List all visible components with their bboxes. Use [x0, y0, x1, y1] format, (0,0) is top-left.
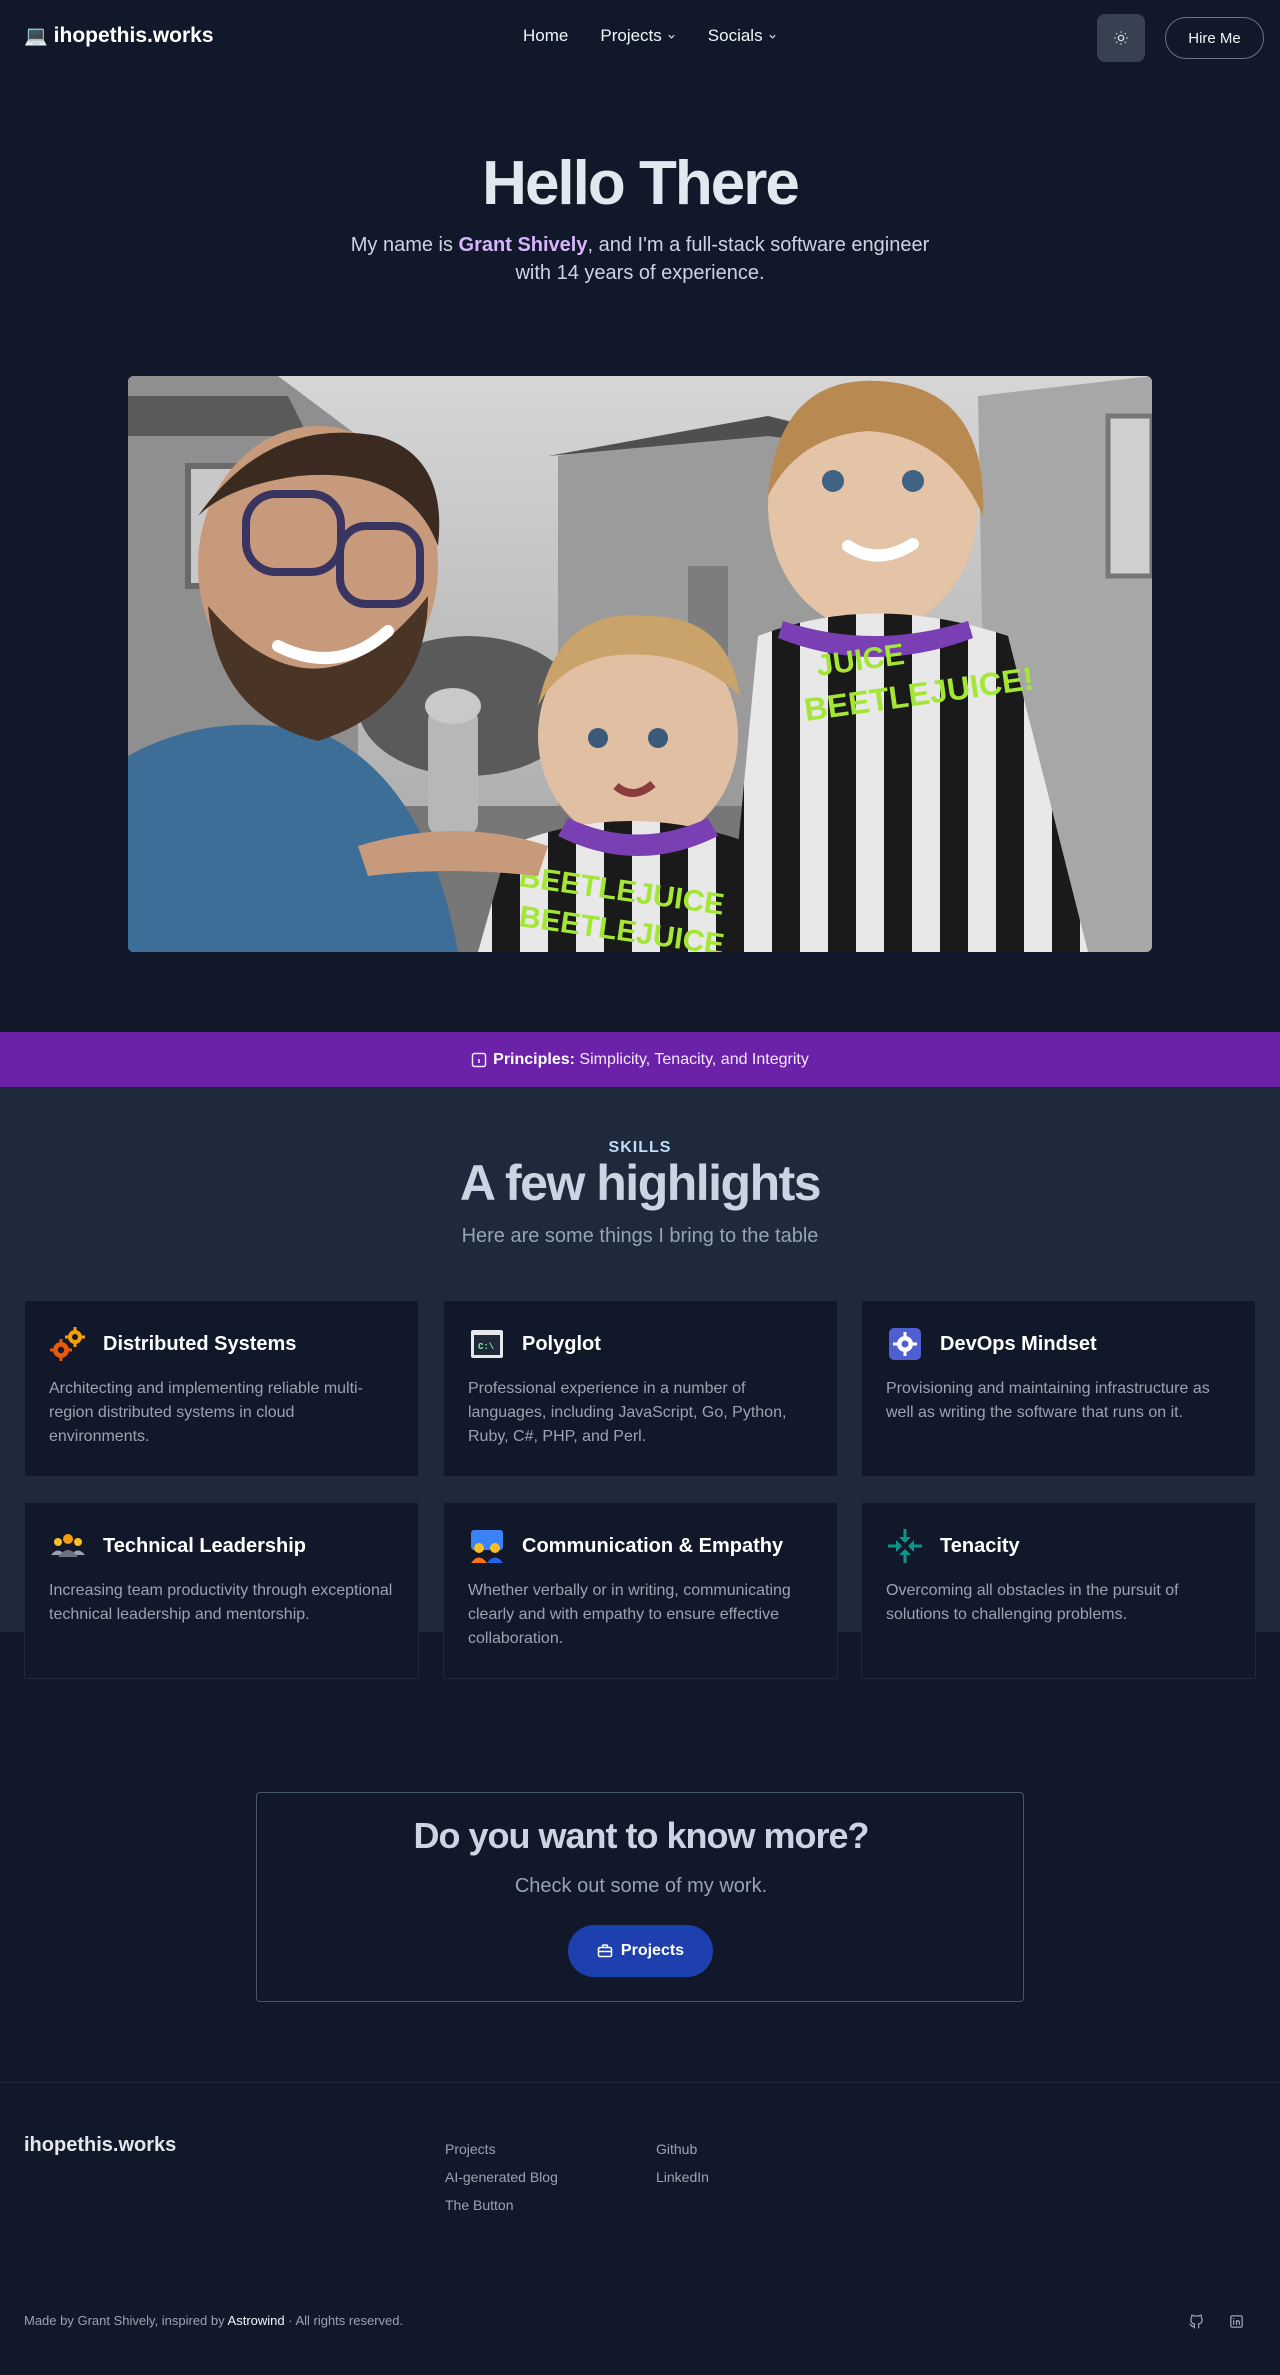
hire-me-button[interactable]: Hire Me — [1165, 17, 1264, 59]
skill-title: Technical Leadership — [103, 1534, 307, 1557]
skill-card-tenacity: Tenacity Overcoming all obstacles in the… — [861, 1502, 1256, 1679]
footer-copyright: Made by Grant Shively, inspired by Astro… — [24, 2313, 403, 2328]
hero-title: Hello There — [482, 149, 800, 218]
footer-github-link[interactable] — [1186, 2311, 1206, 2331]
brand-name: ihopethis.works — [53, 24, 214, 47]
skill-description: Provisioning and maintaining infrastruct… — [886, 1380, 1210, 1421]
skill-description: Increasing team productivity through exc… — [49, 1582, 393, 1623]
skill-title: DevOps Mindset — [940, 1332, 1097, 1355]
cta-title: Do you want to know more? — [413, 1815, 869, 1856]
footer-divider — [0, 2082, 1280, 2083]
team-icon — [51, 1534, 85, 1557]
family-photo-illustration: BEETLEJUICE BEETLEJUICE JUICE BEETLEJUIC… — [128, 376, 1152, 952]
footer-link-projects[interactable]: Projects — [445, 2139, 558, 2159]
github-icon — [1188, 2314, 1203, 2329]
rights-text: · All rights reserved. — [284, 2313, 404, 2328]
principles-label: Principles: — [493, 1050, 575, 1068]
info-square-icon — [471, 1052, 487, 1067]
skill-description: Whether verbally or in writing, communic… — [468, 1582, 791, 1647]
author-name: Grant Shively — [458, 234, 588, 256]
nav-home[interactable]: Home — [523, 26, 568, 46]
skills-subtitle: Here are some things I bring to the tabl… — [461, 1225, 819, 1247]
theme-toggle-button[interactable] — [1097, 14, 1145, 62]
nav-socials[interactable]: Socials — [708, 26, 777, 46]
footer-link-linkedin[interactable]: LinkedIn — [656, 2167, 709, 2187]
skill-description: Professional experience in a number of l… — [468, 1380, 787, 1445]
principles-banner: Principles: Simplicity, Tenacity, and In… — [0, 1032, 1280, 1087]
made-by-text: Made by Grant Shively, inspired by — [24, 2313, 228, 2328]
skill-title: Distributed Systems — [103, 1332, 297, 1355]
nav-socials-label: Socials — [707, 26, 763, 45]
skill-card-devops: DevOps Mindset Provisioning and maintain… — [861, 1300, 1256, 1477]
hero-photo: BEETLEJUICE BEETLEJUICE JUICE BEETLEJUIC… — [128, 376, 1152, 952]
skills-title: A few highlights — [459, 1155, 822, 1211]
linkedin-icon — [1229, 2314, 1243, 2328]
projects-button-label: Projects — [620, 1942, 685, 1959]
footer-link-the-button[interactable]: The Button — [445, 2195, 558, 2215]
intro-prefix: My name is — [350, 234, 459, 256]
gears-icon — [50, 1327, 85, 1361]
footer-link-blog[interactable]: AI-generated Blog — [445, 2167, 558, 2187]
laptop-emoji-icon: 💻 — [24, 26, 48, 47]
main-nav: Home Projects Socials — [523, 26, 777, 46]
skill-card-polyglot: C:\ Polyglot Professional experience in … — [443, 1300, 838, 1477]
skill-description: Architecting and implementing reliable m… — [49, 1380, 363, 1445]
footer-links-site: Projects AI-generated Blog The Button — [445, 2139, 558, 2223]
skill-card-communication: Communication & Empathy Whether verbally… — [443, 1502, 838, 1679]
footer-links-social: Github LinkedIn — [656, 2139, 709, 2195]
skill-card-technical-leadership: Technical Leadership Increasing team pro… — [24, 1502, 419, 1679]
chevron-down-icon — [668, 34, 675, 39]
conversation-icon — [471, 1530, 503, 1563]
skill-title: Communication & Empathy — [522, 1534, 784, 1557]
terminal-icon-text: C:\ — [478, 1342, 495, 1352]
terminal-icon: C:\ — [471, 1330, 503, 1358]
cta-subtitle: Check out some of my work. — [514, 1875, 768, 1897]
footer-linkedin-link[interactable] — [1226, 2311, 1246, 2331]
chevron-down-icon — [768, 34, 776, 39]
site-header: 💻 ihopethis.works Home Projects Socials … — [0, 0, 1280, 76]
hero-intro: My name is Grant Shively, and I'm a full… — [340, 231, 940, 287]
principles-text: Simplicity, Tenacity, and Integrity — [574, 1050, 809, 1068]
arrows-inward-icon — [888, 1529, 922, 1563]
astrowind-link[interactable]: Astrowind — [228, 2313, 285, 2328]
briefcase-icon — [597, 1944, 613, 1958]
cta-box: Do you want to know more? Check out some… — [256, 1792, 1024, 2002]
gear-badge-icon — [889, 1328, 921, 1360]
footer-link-github[interactable]: Github — [656, 2139, 709, 2159]
sun-icon — [1114, 31, 1128, 45]
nav-home-label: Home — [523, 26, 569, 45]
projects-button[interactable]: Projects — [568, 1925, 713, 1977]
skill-description: Overcoming all obstacles in the pursuit … — [886, 1582, 1179, 1623]
nav-projects-label: Projects — [600, 26, 662, 45]
skill-card-distributed-systems: Distributed Systems Architecting and imp… — [24, 1300, 419, 1477]
nav-projects[interactable]: Projects — [600, 26, 675, 46]
footer-brand[interactable]: ihopethis.works — [24, 2134, 176, 2157]
skill-title: Polyglot — [522, 1332, 601, 1355]
skill-title: Tenacity — [940, 1534, 1020, 1557]
brand-link[interactable]: 💻 ihopethis.works — [24, 24, 214, 48]
